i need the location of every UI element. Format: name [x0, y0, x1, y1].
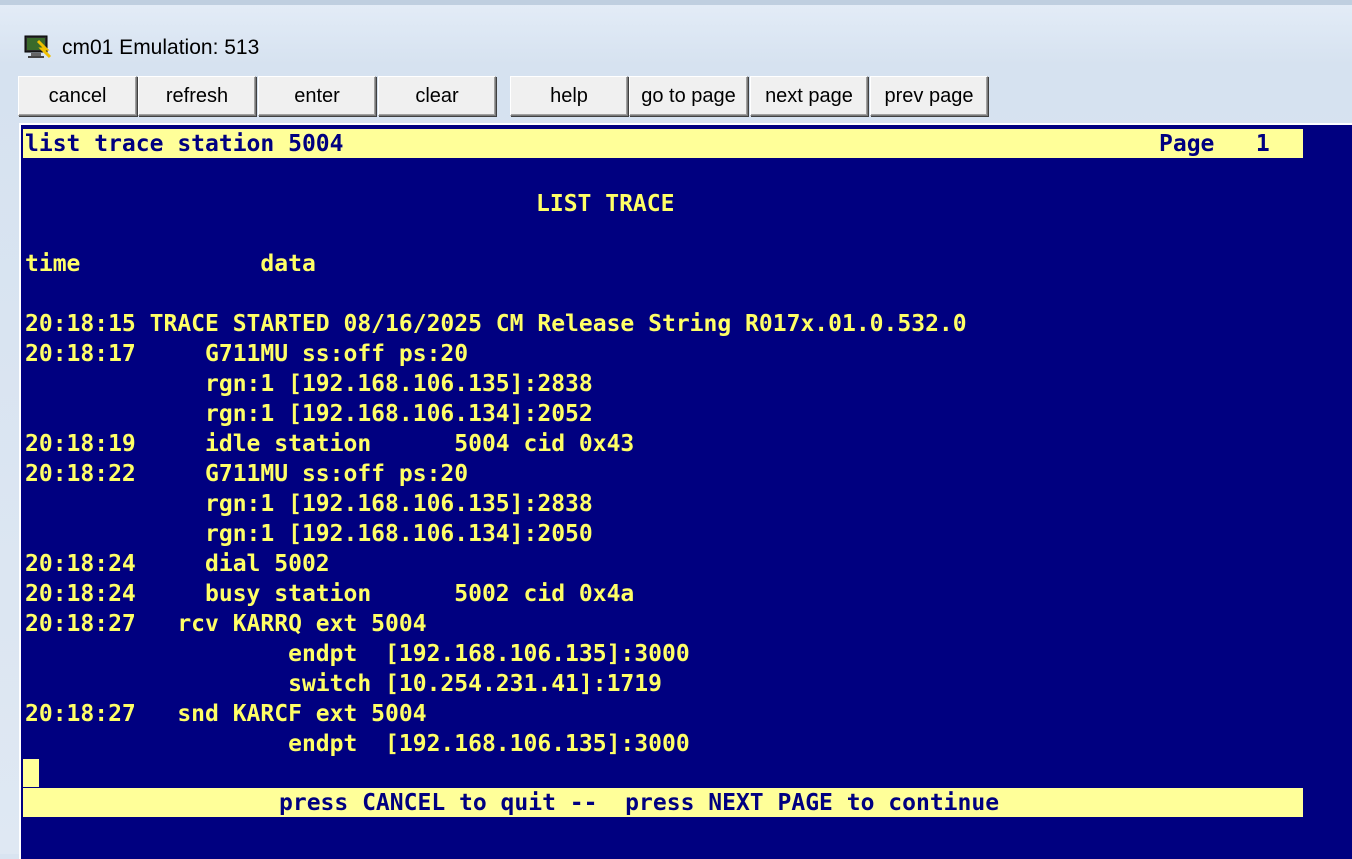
trace-line: 20:18:24 dial 5002	[25, 551, 330, 577]
refresh-button[interactable]: refresh	[138, 76, 256, 116]
trace-line: rgn:1 [192.168.106.135]:2838	[25, 371, 593, 397]
toolbar: cancel refresh enter clear help go to pa…	[18, 76, 1352, 118]
text-cursor	[23, 759, 39, 787]
page-indicator: Page 1	[1159, 131, 1270, 157]
trace-line: 20:18:27 snd KARCF ext 5004	[25, 701, 427, 727]
clear-button[interactable]: clear	[378, 76, 496, 116]
title-bar: cm01 Emulation: 513	[0, 29, 1352, 69]
trace-line: switch [10.254.231.41]:1719	[25, 671, 662, 697]
emulator-window: cm01 Emulation: 513 cancel refresh enter…	[0, 0, 1352, 859]
trace-line: rgn:1 [192.168.106.134]:2050	[25, 521, 593, 547]
trace-line: 20:18:24 busy station 5002 cid 0x4a	[25, 581, 635, 607]
trace-line: 20:18:15 TRACE STARTED 08/16/2025 CM Rel…	[25, 311, 967, 337]
trace-line: endpt [192.168.106.135]:3000	[25, 731, 690, 757]
enter-button[interactable]: enter	[258, 76, 376, 116]
terminal-emulator-icon	[24, 35, 52, 59]
trace-line: 20:18:19 idle station 5004 cid 0x43	[25, 431, 635, 457]
trace-line: 20:18:27 rcv KARRQ ext 5004	[25, 611, 427, 637]
window-title: cm01 Emulation: 513	[62, 36, 260, 59]
column-headers: time data	[25, 251, 316, 277]
prev-page-button[interactable]: prev page	[870, 76, 988, 116]
command-text: list trace station 5004	[25, 131, 344, 157]
help-button[interactable]: help	[510, 76, 628, 116]
cancel-button[interactable]: cancel	[18, 76, 137, 116]
terminal-screen[interactable]: list trace station 5004 Page 1 LIST TRAC…	[19, 123, 1352, 859]
footer-bar: press CANCEL to quit -- press NEXT PAGE …	[23, 788, 1303, 817]
next-page-button[interactable]: next page	[750, 76, 868, 116]
trace-line: endpt [192.168.106.135]:3000	[25, 641, 690, 667]
screen-heading: LIST TRACE	[536, 191, 675, 217]
footer-instructions: press CANCEL to quit -- press NEXT PAGE …	[279, 790, 1000, 816]
command-header-bar: list trace station 5004 Page 1	[23, 129, 1303, 158]
trace-line: rgn:1 [192.168.106.135]:2838	[25, 491, 593, 517]
go-to-page-button[interactable]: go to page	[629, 76, 748, 116]
trace-line: rgn:1 [192.168.106.134]:2052	[25, 401, 593, 427]
trace-line: 20:18:17 G711MU ss:off ps:20	[25, 341, 469, 367]
trace-line: 20:18:22 G711MU ss:off ps:20	[25, 461, 469, 487]
